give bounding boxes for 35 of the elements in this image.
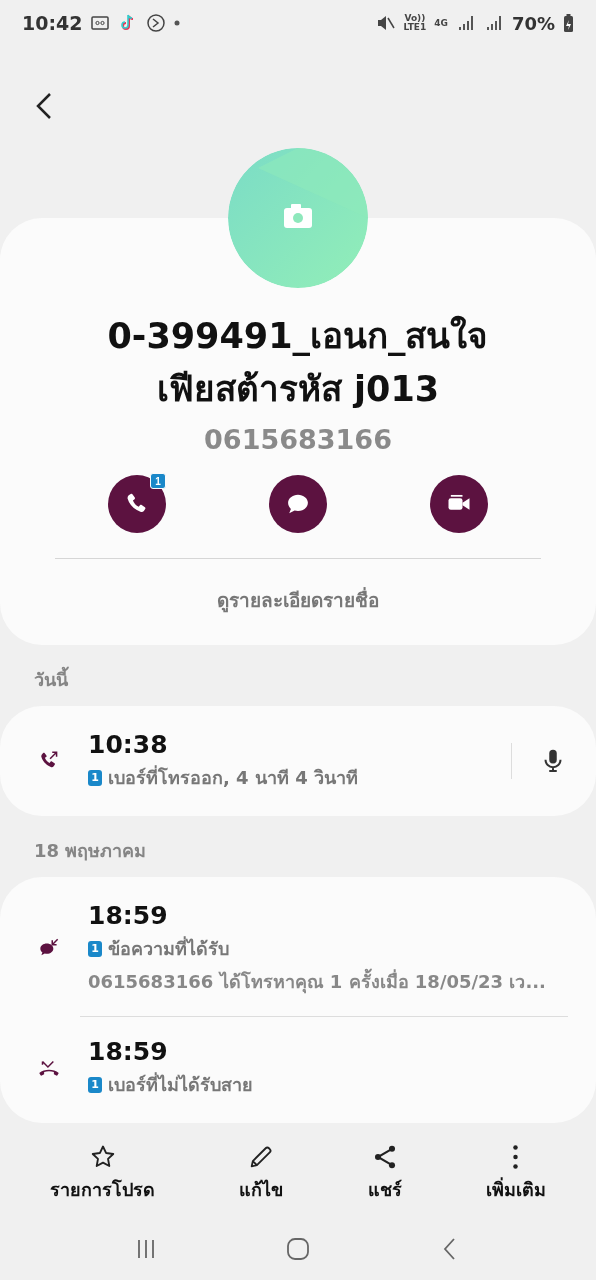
log-message: 0615683166 ได้โทรหาคุณ 1 ครั้งเมื่อ 18/05/23 เว... [88,967,568,996]
share-button[interactable]: แชร์ [367,1143,402,1204]
log-detail: เบอร์ที่โทรออก, 4 นาที 4 วินาที [108,764,358,790]
log-time: 18:59 [88,1037,169,1066]
dot-icon [174,20,181,26]
log-detail: เบอร์ที่ไม่ได้รับสาย [108,1071,253,1097]
battery-percent: 70% [511,12,555,34]
sim-badge: 1 [88,1076,102,1093]
edit-button[interactable]: แก้ไข [239,1143,284,1204]
date-header: 18 พฤษภาคม [33,839,148,863]
contact-name: เฟียสต้ารหัส j013 [156,368,440,411]
sim-badge: 1 [88,769,102,786]
date-header: วันนี้ [0,645,596,706]
phone-number: 0615683166 [204,424,392,455]
cassette-icon [90,13,111,33]
log-time: 18:59 [88,901,169,930]
volte-label: Vo)) [403,14,427,23]
network-label: 4G [434,18,448,28]
log-detail: ข้อความที่ได้รับ [108,935,229,961]
sim-badge: 1 [150,473,166,489]
call-button[interactable]: 1 [108,475,166,533]
sim-badge: 1 [88,940,102,957]
muted-speaker-icon [375,13,396,33]
play-circle-icon [146,13,167,33]
view-details-link[interactable]: ดูรายละเอียดรายชื่อ [217,559,379,645]
contact-name: 0-399491_เอนก_สนใจ [107,314,489,358]
battery-icon [563,13,574,33]
video-button[interactable] [430,475,488,533]
status-time: 10:42 [22,12,83,34]
message-button[interactable] [269,475,327,533]
lte-label: LTE1 [403,23,427,32]
favorite-button[interactable]: รายการโปรด [50,1143,156,1204]
more-button[interactable]: เพิ่มเติม [485,1143,546,1204]
log-time: 10:38 [88,730,169,759]
more-icon [513,1145,519,1169]
